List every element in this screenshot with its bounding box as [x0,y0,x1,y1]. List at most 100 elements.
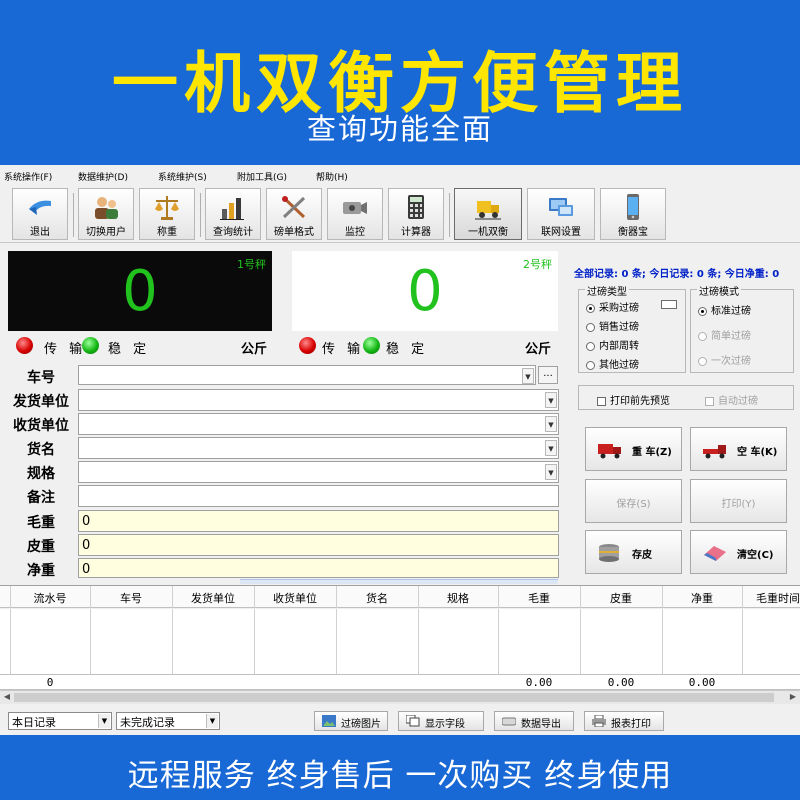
scroll-thumb[interactable] [14,693,774,702]
spec-select[interactable]: ▼ [78,461,559,483]
radio-single[interactable]: 一次过磅 [698,352,751,367]
switch-user-button[interactable]: 切换用户 [78,188,134,240]
store-tare-button[interactable]: 存皮 [585,530,682,574]
menu-system-maintenance[interactable]: 系统维护(S) [158,170,207,183]
net-input[interactable]: 0 [78,558,559,578]
menu-data-maintenance[interactable]: 数据维护(D) [78,170,128,183]
chevron-down-icon[interactable]: ▼ [522,368,534,384]
chevron-down-icon[interactable]: ▼ [545,440,557,456]
weigh-button[interactable]: 称重 [139,188,195,240]
col-tare[interactable]: 皮重 [580,590,662,606]
toolbar-separator [200,193,201,237]
tools-icon [282,196,306,219]
chevron-down-icon[interactable]: ▼ [545,464,557,480]
print-button[interactable]: 打印(Y) [690,479,787,523]
receiver-select[interactable]: ▼ [78,413,559,435]
col-plate[interactable]: 车号 [90,590,172,606]
export-data-button[interactable]: 数据导出 [494,711,574,731]
network-settings-button[interactable]: 联网设置 [527,188,595,240]
clear-button[interactable]: 清空(C) [690,530,787,574]
radio-other-label: 其他过磅 [599,360,639,371]
col-serial[interactable]: 流水号 [10,590,90,606]
total-gross: 0.00 [525,676,553,689]
total-tare: 0.00 [607,676,635,689]
sender-select[interactable]: ▼ [78,389,559,411]
radio-icon [698,331,707,341]
radio-simple[interactable]: 简单过磅 [698,327,751,342]
radio-internal[interactable]: 内部周转 [586,337,639,352]
radio-purchase-label: 采购过磅 [599,303,639,314]
plate-input[interactable]: ▼ [78,365,536,385]
columns-icon [406,715,420,727]
exit-button[interactable]: 退出 [12,188,68,240]
scale-1-display: 1号秤 0 [8,251,272,331]
clear-label: 清空(C) [737,550,774,561]
weigh-picture-button[interactable]: 过磅图片 [314,711,388,731]
calculator-button[interactable]: 计算器 [388,188,444,240]
col-net[interactable]: 净重 [662,590,742,606]
col-goods[interactable]: 货名 [336,590,418,606]
truck-scale-icon [475,201,501,220]
chevron-down-icon[interactable]: ▼ [545,416,557,432]
radio-sales[interactable]: 销售过磅 [586,318,639,333]
menu-help[interactable]: 帮助(H) [316,170,348,183]
report-print-button[interactable]: 报表打印 [584,711,664,731]
grid-header: 流水号 车号 发货单位 收货单位 货名 规格 毛重 皮重 净重 毛重时间 [0,586,800,608]
weigh-mode-title: 过磅模式 [697,283,741,298]
stable-led-icon [363,337,380,354]
col-gross[interactable]: 毛重 [498,590,580,606]
scale-2-weight: 0 [407,259,443,324]
chevron-down-icon[interactable]: ▼ [545,392,557,408]
date-filter-select[interactable]: 本日记录 ▼ [8,712,112,730]
radio-simple-label: 简单过磅 [711,331,751,342]
save-button[interactable]: 保存(S) [585,479,682,523]
scale-1-weight: 0 [122,259,158,324]
plate-browse-button[interactable]: ... [538,366,558,384]
query-stats-button-label: 查询统计 [213,227,253,238]
col-sender[interactable]: 发货单位 [172,590,254,606]
tare-input[interactable]: 0 [78,534,559,556]
col-gross-time[interactable]: 毛重时间 [742,590,800,606]
network-settings-button-label: 联网设置 [541,227,581,238]
gross-input[interactable]: 0 [78,510,559,532]
chevron-down-icon[interactable]: ▼ [206,714,218,728]
scroll-right-icon[interactable]: ▶ [787,692,799,703]
radio-standard[interactable]: 标准过磅 [698,302,751,317]
menu-system-ops[interactable]: 系统操作(F) [4,170,52,183]
scale-treasure-button-label: 衡器宝 [618,227,648,238]
calculator-button-label: 计算器 [401,227,431,238]
col-receiver[interactable]: 收货单位 [254,590,336,606]
scale-treasure-button[interactable]: 衡器宝 [600,188,666,240]
status-filter-select[interactable]: 未完成记录 ▼ [116,712,220,730]
show-fields-label: 显示字段 [425,719,465,730]
radio-icon [586,341,595,351]
save-label: 保存(S) [616,499,651,510]
remark-input[interactable] [78,485,559,507]
dual-scale-button[interactable]: 一机双衡 [454,188,522,240]
transmit-led-icon [299,337,316,354]
goods-select[interactable]: ▼ [78,437,559,459]
total-net: 0.00 [688,676,716,689]
query-stats-button[interactable]: 查询统计 [205,188,261,240]
scroll-left-icon[interactable]: ◀ [1,692,13,703]
total-serial: 0 [46,676,54,689]
show-fields-button[interactable]: 显示字段 [398,711,484,731]
weigh-type-group: 过磅类型 采购过磅 销售过磅 内部周转 其他过磅 [578,283,686,373]
chevron-down-icon[interactable]: ▼ [98,714,110,728]
horizontal-scrollbar[interactable]: ◀ ▶ [0,690,800,704]
preview-checkbox[interactable]: 打印前先预览 [597,392,670,407]
options-group: 打印前先预览 自动过磅 [578,385,794,410]
panel-splitter[interactable] [240,579,558,584]
radio-purchase[interactable]: 采购过磅 [586,299,639,314]
auto-weigh-checkbox[interactable]: 自动过磅 [705,392,758,407]
status-filter-value: 未完成记录 [120,716,175,729]
checkbox-icon [597,396,606,406]
heavy-truck-button[interactable]: 重 车(Z) [585,427,682,471]
ticket-format-button[interactable]: 磅单格式 [266,188,322,240]
toolbar-separator [73,193,74,237]
menu-extra-tools[interactable]: 附加工具(G) [237,170,287,183]
col-spec[interactable]: 规格 [418,590,498,606]
empty-truck-button[interactable]: 空 车(K) [690,427,787,471]
monitor-button[interactable]: 监控 [327,188,383,240]
radio-other[interactable]: 其他过磅 [586,356,639,371]
